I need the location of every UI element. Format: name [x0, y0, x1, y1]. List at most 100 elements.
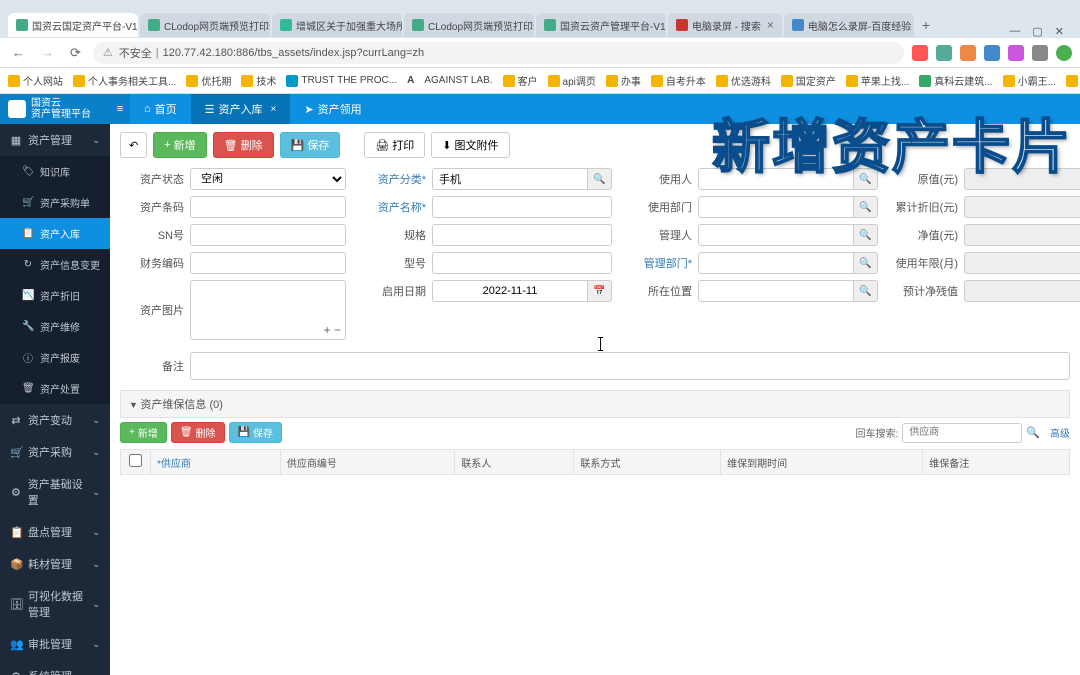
- dept-input[interactable]: [698, 196, 854, 218]
- bookmark[interactable]: 个人事务相关工具...: [73, 73, 176, 88]
- image-upload[interactable]: + −: [190, 280, 346, 340]
- bookmark[interactable]: 客户: [503, 73, 538, 88]
- sub-new-button[interactable]: + 新增: [120, 422, 167, 443]
- bookmark[interactable]: 苹果上找...: [846, 73, 909, 88]
- profile-icon[interactable]: [1056, 45, 1072, 61]
- back-icon[interactable]: ←: [8, 43, 29, 62]
- remark-textarea[interactable]: [190, 352, 1070, 380]
- calendar-icon[interactable]: 📅: [588, 280, 612, 302]
- search-icon[interactable]: 🔍: [854, 168, 878, 190]
- browser-tab[interactable]: 电脑怎么录屏-百度经验×: [784, 13, 914, 37]
- new-tab-button[interactable]: +: [916, 17, 936, 33]
- sub-delete-button[interactable]: 🗑 删除: [171, 422, 225, 443]
- bookmark[interactable]: A: [407, 75, 414, 86]
- manager-input[interactable]: [698, 224, 854, 246]
- bookmark[interactable]: 技术: [241, 73, 276, 88]
- minimize-icon[interactable]: —: [1009, 25, 1020, 38]
- extension-icon[interactable]: [936, 45, 952, 61]
- print-button[interactable]: 🖨打印: [364, 132, 425, 158]
- url-input[interactable]: ⚠ 不安全 | 120.77.42.180:886/tbs_assets/ind…: [93, 42, 904, 64]
- breadcrumb-asset-use[interactable]: ➤资产领用: [290, 94, 375, 124]
- sidebar-item-info-change[interactable]: ↻资产信息变更: [0, 249, 110, 280]
- search-icon[interactable]: 🔍: [1026, 426, 1040, 439]
- sidebar-item-system[interactable]: ⚙系统管理⌄: [0, 660, 110, 675]
- select-all-checkbox[interactable]: [129, 454, 142, 467]
- plus-icon[interactable]: +: [324, 323, 331, 337]
- browser-tab[interactable]: CLodop网页端预览打印示例×: [404, 13, 534, 37]
- extension-icon[interactable]: [1008, 45, 1024, 61]
- sidebar-item-approval[interactable]: 👥审批管理⌄: [0, 628, 110, 660]
- sidebar-item-knowledge[interactable]: 🏷知识库: [0, 156, 110, 187]
- bookmark[interactable]: 真科云建筑...: [919, 73, 992, 88]
- bookmark[interactable]: 小霸王...: [1003, 73, 1056, 88]
- sidebar-item-visual-data[interactable]: 🗄可视化数据管理⌄: [0, 580, 110, 628]
- delete-button[interactable]: 🗑删除: [213, 132, 274, 158]
- name-input[interactable]: [432, 196, 612, 218]
- barcode-input[interactable]: [190, 196, 346, 218]
- extension-icon[interactable]: [960, 45, 976, 61]
- bookmark[interactable]: api调页: [548, 73, 596, 88]
- breadcrumb-asset-in[interactable]: ☰资产入库×: [191, 94, 291, 124]
- sidebar-item-scrap[interactable]: ⓘ资产报废: [0, 342, 110, 373]
- enable-date-input[interactable]: [432, 280, 588, 302]
- sidebar-item-depreciation[interactable]: 📉资产折旧: [0, 280, 110, 311]
- advanced-link[interactable]: 高级: [1050, 425, 1070, 440]
- sidebar-item-disposal[interactable]: 🗑资产处置: [0, 373, 110, 404]
- extension-icon[interactable]: [984, 45, 1000, 61]
- sidebar-item-consumables[interactable]: 📦耗材管理⌄: [0, 548, 110, 580]
- reload-icon[interactable]: ⟳: [66, 43, 85, 63]
- search-icon[interactable]: 🔍: [854, 196, 878, 218]
- sidebar-item-repair[interactable]: 🔧资产维修: [0, 311, 110, 342]
- years-input[interactable]: [964, 252, 1080, 274]
- status-select[interactable]: 空闲: [190, 168, 346, 190]
- maximize-icon[interactable]: ▢: [1032, 25, 1042, 38]
- new-button[interactable]: +新增: [153, 132, 206, 158]
- residual-input[interactable]: [964, 280, 1080, 302]
- bookmark[interactable]: 个人网站: [8, 73, 63, 88]
- mgmt-dept-input[interactable]: [698, 252, 854, 274]
- fincode-input[interactable]: [190, 252, 346, 274]
- spec-input[interactable]: [432, 224, 612, 246]
- forward-icon[interactable]: →: [37, 43, 58, 62]
- bookmark[interactable]: 喜乐无穷: [1066, 73, 1080, 88]
- search-icon[interactable]: 🔍: [854, 280, 878, 302]
- sidebar-item-asset-purchase[interactable]: 🛒资产采购⌄: [0, 436, 110, 468]
- search-icon[interactable]: 🔍: [588, 168, 612, 190]
- bookmark[interactable]: 办事: [606, 73, 641, 88]
- extension-icon[interactable]: [912, 45, 928, 61]
- maintenance-section-header[interactable]: 资产维保信息 (0): [120, 390, 1070, 418]
- extension-icon[interactable]: [1032, 45, 1048, 61]
- browser-tab[interactable]: 电脑录屏 - 搜索×: [668, 13, 782, 37]
- checkbox-header[interactable]: [121, 450, 151, 475]
- sidebar-item-asset-change[interactable]: ⇄资产变动⌄: [0, 404, 110, 436]
- user-input[interactable]: [698, 168, 854, 190]
- net-value-input[interactable]: [964, 224, 1080, 246]
- sn-input[interactable]: [190, 224, 346, 246]
- sidebar-item-asset-mgmt[interactable]: ▦资产管理⌄: [0, 124, 110, 156]
- sidebar-item-asset-in[interactable]: 📋资产入库: [0, 218, 110, 249]
- category-input[interactable]: [432, 168, 588, 190]
- bookmark[interactable]: TRUST THE PROC...: [286, 75, 397, 87]
- attach-button[interactable]: ⬇图文附件: [431, 132, 509, 158]
- close-icon[interactable]: ×: [271, 104, 277, 115]
- browser-tab[interactable]: CLodop网页端预览打印示例_2...×: [140, 13, 270, 37]
- close-icon[interactable]: ✕: [1055, 25, 1064, 38]
- browser-tab[interactable]: 国资云资产管理平台-V1.0.0×: [536, 13, 666, 37]
- bookmark[interactable]: 自考升本: [651, 73, 706, 88]
- sidebar-item-inventory[interactable]: 📋盘点管理⌄: [0, 516, 110, 548]
- bookmark[interactable]: 优托期: [186, 73, 231, 88]
- bookmark[interactable]: 国定资产: [781, 73, 836, 88]
- orig-value-input[interactable]: [964, 168, 1080, 190]
- browser-tab[interactable]: 增城区关于加强重大场所管控的...×: [272, 13, 402, 37]
- breadcrumb-home[interactable]: ⌂首页: [130, 94, 191, 124]
- sidebar-item-asset-settings[interactable]: ⚙资产基础设置⌄: [0, 468, 110, 516]
- browser-tab[interactable]: 国资云国定资产平台-V1.0.0×: [8, 13, 138, 37]
- sub-save-button[interactable]: 💾 保存: [229, 422, 282, 443]
- undo-button[interactable]: ↶: [120, 132, 147, 158]
- sidebar-toggle-icon[interactable]: ≡: [110, 94, 130, 124]
- location-input[interactable]: [698, 280, 854, 302]
- model-input[interactable]: [432, 252, 612, 274]
- search-icon[interactable]: 🔍: [854, 224, 878, 246]
- save-button[interactable]: 💾保存: [280, 132, 341, 158]
- bookmark[interactable]: 优选游科: [716, 73, 771, 88]
